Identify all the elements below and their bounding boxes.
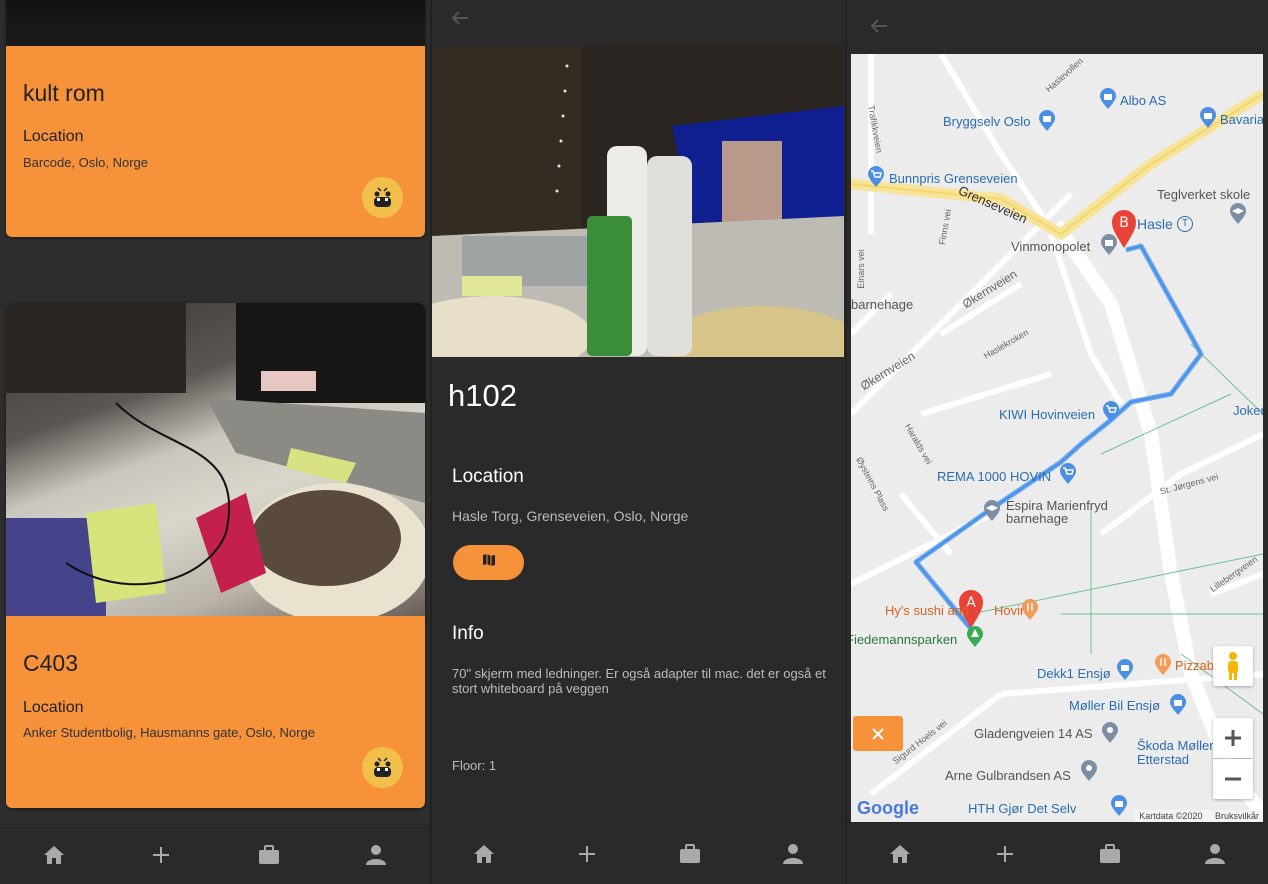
google-logo: Google (857, 798, 919, 818)
school-pin-icon[interactable] (1229, 203, 1247, 230)
room-title: kult rom (23, 80, 105, 106)
person-icon[interactable] (773, 834, 813, 874)
map-screen: Albo AS Bryggselv Oslo Bavaria Bunnpris … (847, 0, 1268, 884)
close-map-button[interactable] (853, 716, 903, 751)
floor-text: Floor: 1 (452, 758, 497, 773)
avatar-icon (362, 747, 403, 788)
cart-pin-icon[interactable] (867, 166, 885, 193)
map-icon (482, 553, 496, 572)
poi-label: Fiedemannsparken (851, 632, 958, 647)
bottom-nav (0, 824, 430, 884)
back-arrow-icon[interactable] (446, 4, 474, 32)
place-pin-icon[interactable] (1080, 760, 1098, 787)
bottom-nav (847, 822, 1268, 884)
poi-label: Espira Marienfryd barnehage (1006, 498, 1108, 526)
location-value: Barcode, Oslo, Norge (23, 155, 149, 170)
person-icon[interactable] (1195, 834, 1235, 874)
location-label: Location (23, 128, 84, 145)
briefcase-icon[interactable] (1090, 834, 1130, 874)
location-heading: Location (452, 466, 524, 487)
shop-pin-icon[interactable] (1099, 88, 1117, 115)
back-arrow-icon[interactable] (865, 12, 893, 40)
avatar-icon (362, 177, 403, 218)
room-photo (6, 0, 425, 46)
room-photo (6, 303, 425, 623)
home-icon[interactable] (34, 835, 74, 875)
poi-label: Joker H (1233, 403, 1263, 418)
shop-pin-icon[interactable] (1038, 110, 1056, 137)
home-icon[interactable] (880, 834, 920, 874)
home-icon[interactable] (464, 834, 504, 874)
poi-label: Pizzab (1175, 658, 1215, 673)
restaurant-pin-icon[interactable] (1021, 599, 1039, 626)
room-card-kult-rom[interactable]: kult rom Location Barcode, Oslo, Norge (6, 0, 425, 237)
person-icon[interactable] (356, 835, 396, 875)
zoom-in-button[interactable] (1213, 718, 1253, 758)
location-value: Hasle Torg, Grenseveien, Oslo, Norge (452, 508, 689, 524)
shop-pin-icon[interactable] (1110, 795, 1128, 822)
street-view-pegman-icon[interactable] (1213, 646, 1253, 686)
attribution-text: Kartdata ©2020 (1139, 811, 1203, 821)
shop-pin-icon[interactable] (1102, 401, 1120, 428)
poi-label: Bunnpris Grenseveien (889, 171, 1018, 186)
shop-pin-icon[interactable] (1116, 659, 1134, 686)
location-label: Location (23, 699, 84, 716)
add-icon[interactable] (985, 834, 1025, 874)
room-title: h102 (448, 378, 517, 413)
road-label: Einars vei (855, 249, 866, 289)
room-detail-screen: h102 Location Hasle Torg, Grenseveien, O… (432, 0, 845, 884)
poi-label: REMA 1000 HOVIN (937, 469, 1052, 484)
poi-label: barnehage (851, 297, 914, 312)
room-card-c403[interactable]: C403 Location Anker Studentbolig, Hausma… (6, 303, 425, 808)
poi-label: Bryggselv Oslo (943, 114, 1031, 129)
map-attribution: Kartdata ©2020 Bruksvilkår (1135, 810, 1263, 822)
zoom-out-button[interactable] (1213, 759, 1253, 799)
poi-label: Møller Bil Ensjø (1069, 698, 1161, 713)
shop-pin-icon[interactable] (1059, 463, 1077, 490)
poi-label: Gladengveien 14 AS (974, 726, 1093, 741)
room-title: C403 (23, 650, 78, 676)
poi-label: Teglverket skole (1157, 187, 1251, 202)
poi-label: HTH Gjør Det Selv (968, 801, 1077, 816)
poi-label: Bavaria (1220, 112, 1263, 127)
info-text: 70" skjerm med ledninger. Er også adapte… (452, 666, 826, 696)
marker-b-label: B (1119, 215, 1129, 231)
park-pin-icon[interactable] (966, 626, 984, 653)
poi-label: Vinmonopolet (1011, 239, 1091, 254)
show-map-button[interactable] (453, 545, 524, 580)
place-pin-icon[interactable] (1101, 722, 1119, 749)
briefcase-icon[interactable] (670, 834, 710, 874)
poi-label: Hasle (1137, 216, 1173, 232)
room-list-screen: kult rom Location Barcode, Oslo, Norge C… (0, 0, 430, 884)
poi-label: Arne Gulbrandsen AS (945, 768, 1071, 783)
room-photo (432, 46, 844, 357)
terms-link[interactable]: Bruksvilkår (1215, 811, 1259, 821)
poi-label: Albo AS (1120, 93, 1167, 108)
bottom-nav (432, 822, 845, 884)
briefcase-icon[interactable] (249, 835, 289, 875)
location-value: Anker Studentbolig, Hausmanns gate, Oslo… (23, 725, 315, 740)
add-icon[interactable] (567, 834, 607, 874)
restaurant-pin-icon[interactable] (1154, 654, 1172, 681)
school-pin-icon[interactable] (983, 500, 1001, 527)
poi-label: Hy's sushi and (885, 603, 970, 618)
map-view[interactable]: Albo AS Bryggselv Oslo Bavaria Bunnpris … (851, 54, 1263, 822)
shop-pin-icon[interactable] (1169, 694, 1187, 721)
poi-label: Dekk1 Ensjø (1037, 666, 1111, 681)
shop-pin-icon[interactable] (1199, 107, 1217, 134)
transit-icon: T (1177, 216, 1193, 232)
poi-label: KIWI Hovinveien (999, 407, 1096, 422)
add-icon[interactable] (141, 835, 181, 875)
shop-pin-icon[interactable] (1100, 234, 1118, 261)
info-heading: Info (452, 623, 484, 644)
